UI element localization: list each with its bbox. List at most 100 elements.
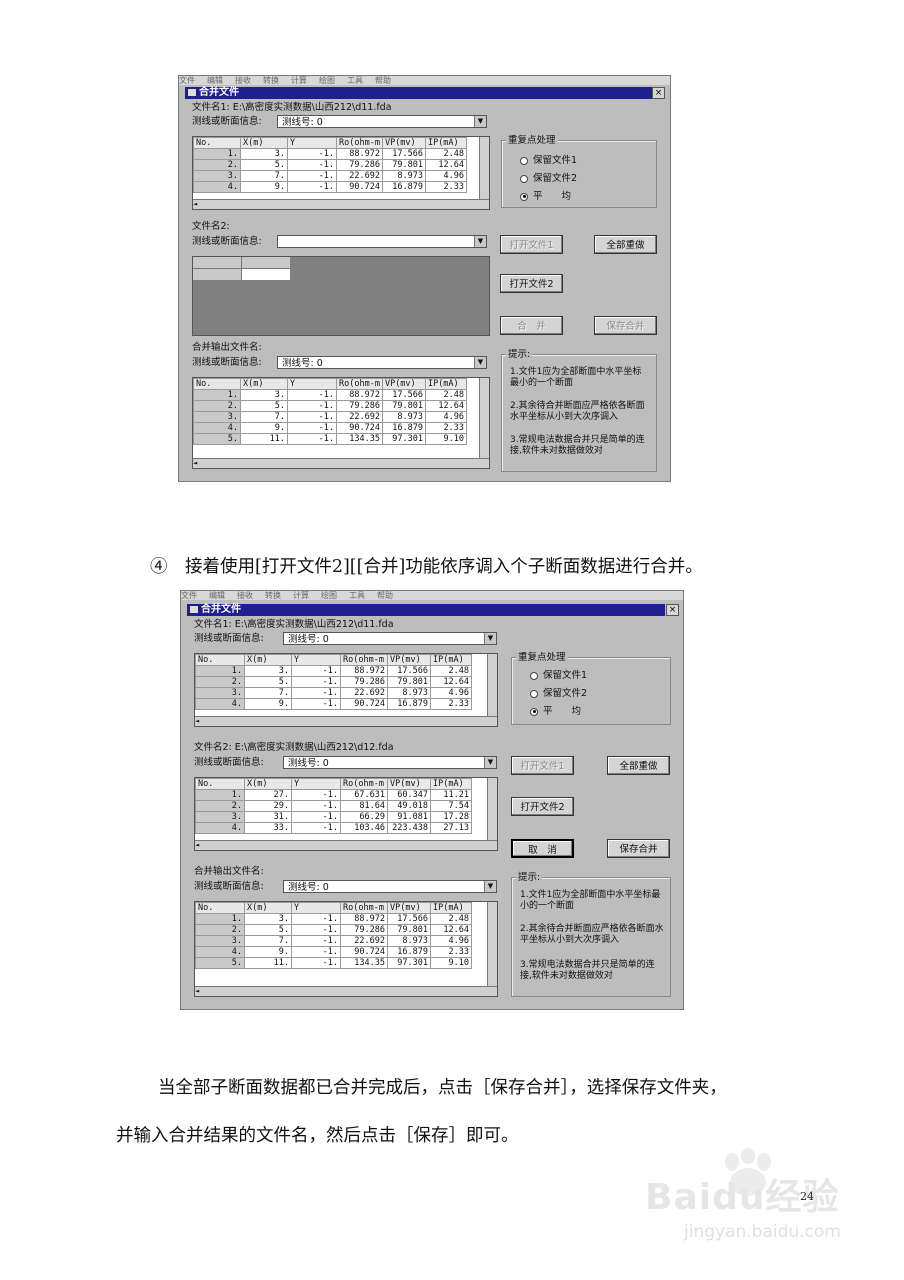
line-info-combo-out[interactable]: 测线号: 0 ▼ xyxy=(283,880,497,893)
line-info-combo-1[interactable]: 测线号: 0 ▼ xyxy=(277,115,487,128)
table-row[interactable]: 1. 3. -1. 88.972 17.566 2.48 xyxy=(193,148,467,160)
grid-hscrollbar[interactable]: ◄ xyxy=(193,458,489,468)
data-grid-file1[interactable]: No. X(m) Y Ro(ohm-m VP(mv) IP(mA) 1. 3. -1… xyxy=(192,136,490,210)
grid-vscrollbar[interactable] xyxy=(487,778,497,841)
line-info-label: 测线或断面信息: xyxy=(192,357,262,368)
open-file1-button[interactable]: 打开文件1 xyxy=(500,235,563,254)
save-merge-button[interactable]: 保存合并 xyxy=(594,316,657,335)
grid-vscrollbar[interactable] xyxy=(479,137,489,200)
menu-plot[interactable]: 绘图 xyxy=(321,591,337,600)
radio-icon xyxy=(530,671,538,680)
chevron-down-icon[interactable]: ▼ xyxy=(474,357,486,368)
line-info-combo-1[interactable]: 测线号: 0 ▼ xyxy=(283,632,497,645)
chevron-down-icon[interactable]: ▼ xyxy=(474,116,486,127)
grid-vscrollbar[interactable] xyxy=(487,654,497,717)
table-row[interactable]: 2. 29. -1. 81.64 49.018 7.54 xyxy=(195,800,472,812)
table-row[interactable]: 2. 5. -1. 79.286 79.801 12.64 xyxy=(195,676,472,688)
menu-file[interactable]: 文件 xyxy=(181,591,197,600)
radio-keep-file1[interactable]: 保留文件1 xyxy=(530,670,587,681)
redo-all-button[interactable]: 全部重做 xyxy=(594,235,657,254)
line-info-combo-out[interactable]: 测线号: 0 ▼ xyxy=(277,356,487,369)
table-row[interactable]: 2. 5. -1. 79.286 79.801 12.64 xyxy=(193,159,467,171)
group-title: 重复点处理 xyxy=(516,652,568,663)
close-icon[interactable]: × xyxy=(652,87,665,99)
col-ro: Ro(ohm-m xyxy=(336,137,383,149)
save-merge-button[interactable]: 保存合并 xyxy=(607,839,670,858)
grid-vscrollbar[interactable] xyxy=(479,378,489,459)
table-row[interactable]: 1. 27. -1. 67.631 60.347 11.21 xyxy=(195,789,472,801)
menu-calc[interactable]: 计算 xyxy=(291,76,307,85)
menu-convert[interactable]: 转换 xyxy=(263,76,279,85)
open-file2-button[interactable]: 打开文件2 xyxy=(500,274,563,293)
radio-average[interactable]: 平 均 xyxy=(520,191,571,202)
data-grid-file1[interactable]: No. X(m) Y Ro(ohm-m VP(mv) IP(mA) 1. 3. -1… xyxy=(194,653,498,727)
line-info-label: 测线或断面信息: xyxy=(194,757,264,768)
table-row[interactable]: 5. 11. -1. 134.35 97.301 9.10 xyxy=(193,433,467,445)
open-file2-button[interactable]: 打开文件2 xyxy=(511,797,574,816)
table-row[interactable]: 4. 9. -1. 90.724 16.879 2.33 xyxy=(195,946,472,958)
grid-table: No. X(m) Y Ro(ohm-m VP(mv) IP(mA) 1. 3. -1… xyxy=(193,137,467,193)
table-row[interactable]: 3. 31. -1. 66.29 91.081 17.28 xyxy=(195,811,472,823)
table-row[interactable]: 3. 7. -1. 22.692 8.973 4.96 xyxy=(195,935,472,947)
table-row[interactable]: 4. 9. -1. 90.724 16.879 2.33 xyxy=(195,698,472,710)
open-file1-button[interactable]: 打开文件1 xyxy=(511,756,574,775)
grid-hscrollbar[interactable]: ◄ xyxy=(195,840,497,850)
screenshot-1: 文件 编辑 接收 转换 计算 绘图 工具 帮助 合并文件 × 文件名1: E:\高密度实测数据… xyxy=(178,75,671,482)
menu-convert[interactable]: 转换 xyxy=(265,591,281,600)
chevron-down-icon[interactable]: ▼ xyxy=(474,236,486,247)
close-icon[interactable]: × xyxy=(666,604,679,616)
line-info-combo-2[interactable]: 测线号: 0 ▼ xyxy=(283,756,497,769)
data-grid-file2-empty[interactable] xyxy=(192,256,490,336)
grid-hscrollbar[interactable]: ◄ xyxy=(195,986,497,996)
table-row[interactable]: 4. 9. -1. 90.724 16.879 2.33 xyxy=(193,181,467,193)
data-grid-output[interactable]: No. X(m) Y Ro(ohm-m VP(mv) IP(mA) 1. 3. -1… xyxy=(192,377,490,469)
line-info-value: 测线号: 0 xyxy=(288,758,329,769)
table-row[interactable]: 3. 7. -1. 22.692 8.973 4.96 xyxy=(193,411,467,423)
grid-vscrollbar[interactable] xyxy=(487,902,497,987)
app-icon xyxy=(188,88,196,96)
radio-icon xyxy=(520,156,528,165)
table-row[interactable]: 4. 33. -1. 103.46 223.438 27.13 xyxy=(195,822,472,834)
grid-hscrollbar[interactable]: ◄ xyxy=(193,199,489,209)
table-row[interactable]: 5. 11. -1. 134.35 97.301 9.10 xyxy=(195,957,472,969)
radio-keep-file2[interactable]: 保留文件2 xyxy=(520,173,577,184)
redo-all-button[interactable]: 全部重做 xyxy=(607,756,670,775)
grid-hscrollbar[interactable]: ◄ xyxy=(195,716,497,726)
menu-help[interactable]: 帮助 xyxy=(377,591,393,600)
merge-button[interactable]: 合 并 xyxy=(500,316,563,335)
data-grid-output[interactable]: No. X(m) Y Ro(ohm-m VP(mv) IP(mA) 1. 3. -1… xyxy=(194,901,498,997)
menu-tools[interactable]: 工具 xyxy=(347,76,363,85)
file2-label: 文件名2: E:\高密度实测数据\山西212\d12.fda xyxy=(194,742,394,753)
cancel-button[interactable]: 取 消 xyxy=(511,839,574,858)
radio-icon xyxy=(530,689,538,698)
menu-tools[interactable]: 工具 xyxy=(349,591,365,600)
menu-plot[interactable]: 绘图 xyxy=(319,76,335,85)
table-row[interactable]: 1. 3. -1. 88.972 17.566 2.48 xyxy=(193,389,467,401)
file1-label: 文件名1: E:\高密度实测数据\山西212\d11.fda xyxy=(194,619,394,630)
col-vp: VP(mv) xyxy=(381,137,426,149)
data-grid-file2[interactable]: No. X(m) Y Ro(ohm-m VP(mv) IP(mA) 1. 27. -… xyxy=(194,777,498,851)
table-row[interactable]: 2. 5. -1. 79.286 79.801 12.64 xyxy=(195,924,472,936)
radio-keep-file2[interactable]: 保留文件2 xyxy=(530,688,587,699)
grid-header-row: No. X(m) Y Ro(ohm-m VP(mv) IP(mA) xyxy=(193,137,467,149)
chevron-down-icon[interactable]: ▼ xyxy=(484,757,496,768)
dialog-title: 合并文件 xyxy=(201,604,241,615)
table-row[interactable]: 1. 3. -1. 88.972 17.566 2.48 xyxy=(195,913,472,925)
table-row[interactable]: 4. 9. -1. 90.724 16.879 2.33 xyxy=(193,422,467,434)
radio-keep-file1[interactable]: 保留文件1 xyxy=(520,155,577,166)
radio-average[interactable]: 平 均 xyxy=(530,706,581,717)
menu-calc[interactable]: 计算 xyxy=(293,591,309,600)
menu-receive[interactable]: 接收 xyxy=(235,76,251,85)
table-row[interactable]: 3. 7. -1. 22.692 8.973 4.96 xyxy=(195,687,472,699)
menu-edit[interactable]: 编辑 xyxy=(209,591,225,600)
table-row[interactable]: 3. 7. -1. 22.692 8.973 4.96 xyxy=(193,170,467,182)
menu-help[interactable]: 帮助 xyxy=(375,76,391,85)
menu-file[interactable]: 文件 xyxy=(179,76,195,85)
table-row[interactable]: 1. 3. -1. 88.972 17.566 2.48 xyxy=(195,665,472,677)
menu-edit[interactable]: 编辑 xyxy=(207,76,223,85)
menu-receive[interactable]: 接收 xyxy=(237,591,253,600)
line-info-combo-2[interactable]: ▼ xyxy=(277,235,487,248)
table-row[interactable]: 2. 5. -1. 79.286 79.801 12.64 xyxy=(193,400,467,412)
chevron-down-icon[interactable]: ▼ xyxy=(484,633,496,644)
chevron-down-icon[interactable]: ▼ xyxy=(484,881,496,892)
